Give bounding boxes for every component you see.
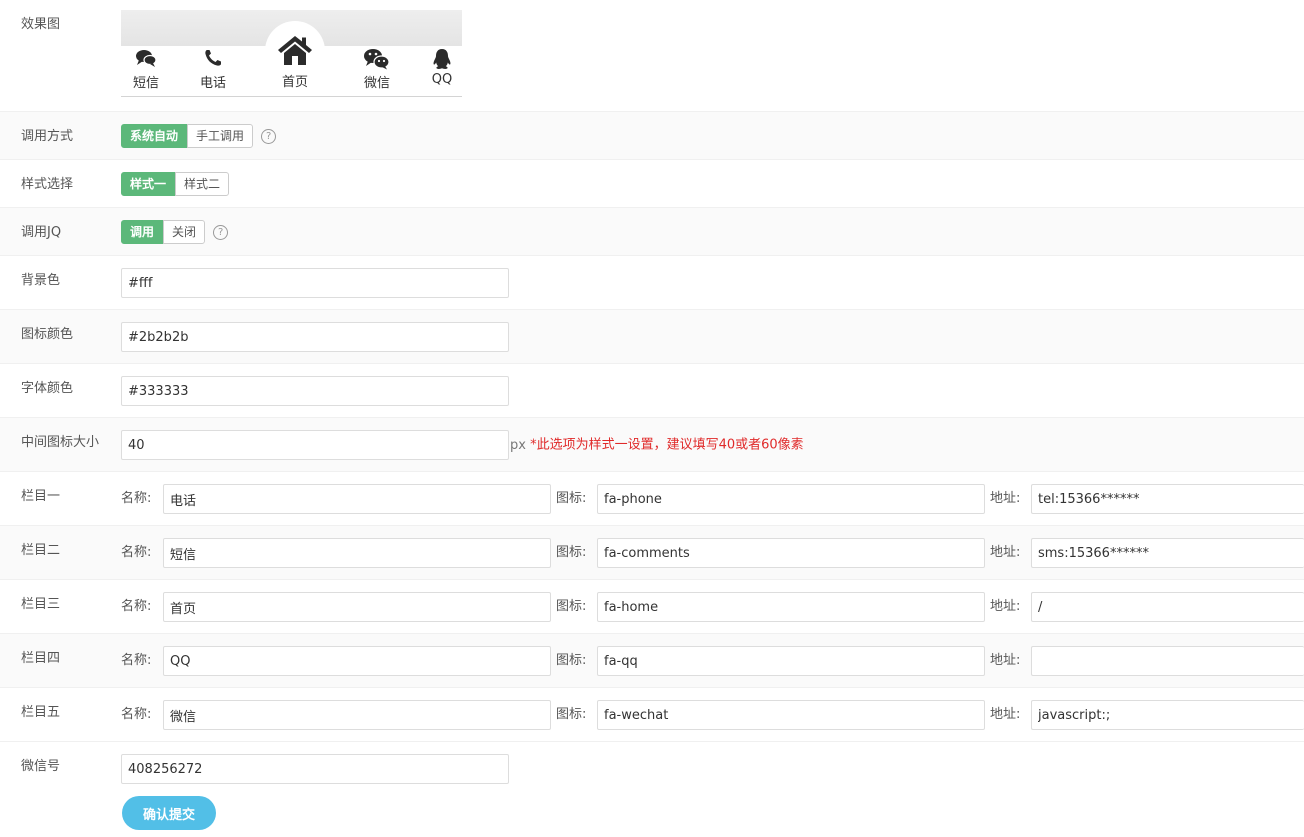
icon-field-label: 图标:	[556, 545, 587, 560]
url-field-label: 地址:	[990, 491, 1021, 506]
wechat-id-input[interactable]	[121, 754, 509, 784]
preview-item-phone: 电话	[188, 48, 238, 91]
url-field-label: 地址:	[990, 707, 1021, 722]
preview-item-label: 首页	[281, 75, 308, 90]
column-name-input[interactable]	[163, 538, 551, 568]
style-one-button[interactable]: 样式一	[121, 172, 176, 196]
column-row: 栏目四 名称: 图标: 地址:	[0, 634, 1304, 688]
preview-item-label: 短信	[132, 76, 159, 91]
wechat-icon	[352, 48, 402, 70]
icon-field-label: 图标:	[556, 599, 587, 614]
icon-color-input[interactable]	[121, 322, 509, 352]
preview-item-home: 首页	[270, 34, 320, 90]
icon-field-label: 图标:	[556, 707, 587, 722]
column-icon-input[interactable]	[597, 700, 985, 730]
name-field-label: 名称:	[121, 545, 152, 560]
wechat-row: 微信号 确认提交	[0, 742, 1304, 837]
column-row: 栏目五 名称: 图标: 地址:	[0, 688, 1304, 742]
unit-label: px	[510, 437, 526, 453]
style-row: 样式选择 样式一 样式二	[0, 160, 1304, 208]
help-icon[interactable]: ?	[261, 128, 277, 144]
column-label: 栏目四	[21, 651, 61, 666]
submit-button[interactable]: 确认提交	[122, 796, 216, 830]
column-url-input[interactable]	[1031, 484, 1304, 514]
style-toggle: 样式一 样式二	[121, 172, 230, 196]
bg-color-row: 背景色	[0, 256, 1304, 310]
column-icon-input[interactable]	[597, 484, 985, 514]
bg-color-label: 背景色	[21, 273, 61, 288]
url-field-label: 地址:	[990, 599, 1021, 614]
name-field-label: 名称:	[121, 599, 152, 614]
jq-toggle: 调用 关闭	[121, 220, 206, 244]
preview-item-label: QQ	[431, 72, 453, 87]
icon-color-row: 图标颜色	[0, 310, 1304, 364]
call-mode-label: 调用方式	[21, 129, 74, 144]
qq-icon	[417, 48, 467, 70]
column-label: 栏目二	[21, 543, 61, 558]
column-label: 栏目三	[21, 597, 61, 612]
jq-enable-button[interactable]: 调用	[121, 220, 164, 244]
column-name-input[interactable]	[163, 484, 551, 514]
preview-label: 效果图	[21, 17, 61, 32]
wechat-label: 微信号	[21, 759, 61, 774]
comments-icon	[121, 48, 171, 70]
preview-navbar: 短信 电话 首页 微信 QQ	[121, 10, 462, 97]
url-field-label: 地址:	[990, 653, 1021, 668]
column-row: 栏目三 名称: 图标: 地址:	[0, 580, 1304, 634]
column-url-input[interactable]	[1031, 646, 1304, 676]
icon-field-label: 图标:	[556, 653, 587, 668]
center-icon-note: *此选项为样式一设置，建议填写40或者60像素	[530, 437, 804, 453]
preview-item-wechat: 微信	[352, 48, 402, 91]
style-label: 样式选择	[21, 177, 74, 192]
column-label: 栏目一	[21, 489, 61, 504]
style-two-button[interactable]: 样式二	[175, 172, 230, 196]
name-field-label: 名称:	[121, 707, 152, 722]
url-field-label: 地址:	[990, 545, 1021, 560]
icon-color-label: 图标颜色	[21, 327, 74, 342]
call-mode-toggle: 系统自动 手工调用	[121, 124, 254, 148]
center-icon-size-input[interactable]	[121, 430, 509, 460]
column-url-input[interactable]	[1031, 538, 1304, 568]
name-field-label: 名称:	[121, 653, 152, 668]
center-icon-label: 中间图标大小	[21, 435, 100, 450]
column-icon-input[interactable]	[597, 646, 985, 676]
jq-label: 调用JQ	[21, 225, 62, 240]
icon-field-label: 图标:	[556, 491, 587, 506]
column-name-input[interactable]	[163, 592, 551, 622]
font-color-label: 字体颜色	[21, 381, 74, 396]
column-url-input[interactable]	[1031, 592, 1304, 622]
font-color-row: 字体颜色	[0, 364, 1304, 418]
jq-row: 调用JQ 调用 关闭 ?	[0, 208, 1304, 256]
call-mode-row: 调用方式 系统自动 手工调用 ?	[0, 112, 1304, 160]
jq-disable-button[interactable]: 关闭	[163, 220, 206, 244]
call-mode-manual-button[interactable]: 手工调用	[187, 124, 254, 148]
name-field-label: 名称:	[121, 491, 152, 506]
column-label: 栏目五	[21, 705, 61, 720]
help-icon[interactable]: ?	[213, 224, 229, 240]
phone-icon	[188, 48, 238, 70]
column-row: 栏目一 名称: 图标: 地址:	[0, 472, 1304, 526]
preview-item-sms: 短信	[121, 48, 171, 91]
center-icon-row: 中间图标大小 px *此选项为样式一设置，建议填写40或者60像素	[0, 418, 1304, 472]
preview-item-label: 电话	[199, 76, 226, 91]
bg-color-input[interactable]	[121, 268, 509, 298]
preview-item-label: 微信	[363, 76, 390, 91]
column-url-input[interactable]	[1031, 700, 1304, 730]
column-row: 栏目二 名称: 图标: 地址:	[0, 526, 1304, 580]
column-icon-input[interactable]	[597, 538, 985, 568]
font-color-input[interactable]	[121, 376, 509, 406]
column-icon-input[interactable]	[597, 592, 985, 622]
call-mode-auto-button[interactable]: 系统自动	[121, 124, 188, 148]
preview-row: 效果图 短信 电话 首页 微信 QQ	[0, 0, 1304, 112]
column-name-input[interactable]	[163, 646, 551, 676]
home-icon	[270, 34, 320, 68]
column-name-input[interactable]	[163, 700, 551, 730]
preview-item-qq: QQ	[417, 48, 467, 87]
